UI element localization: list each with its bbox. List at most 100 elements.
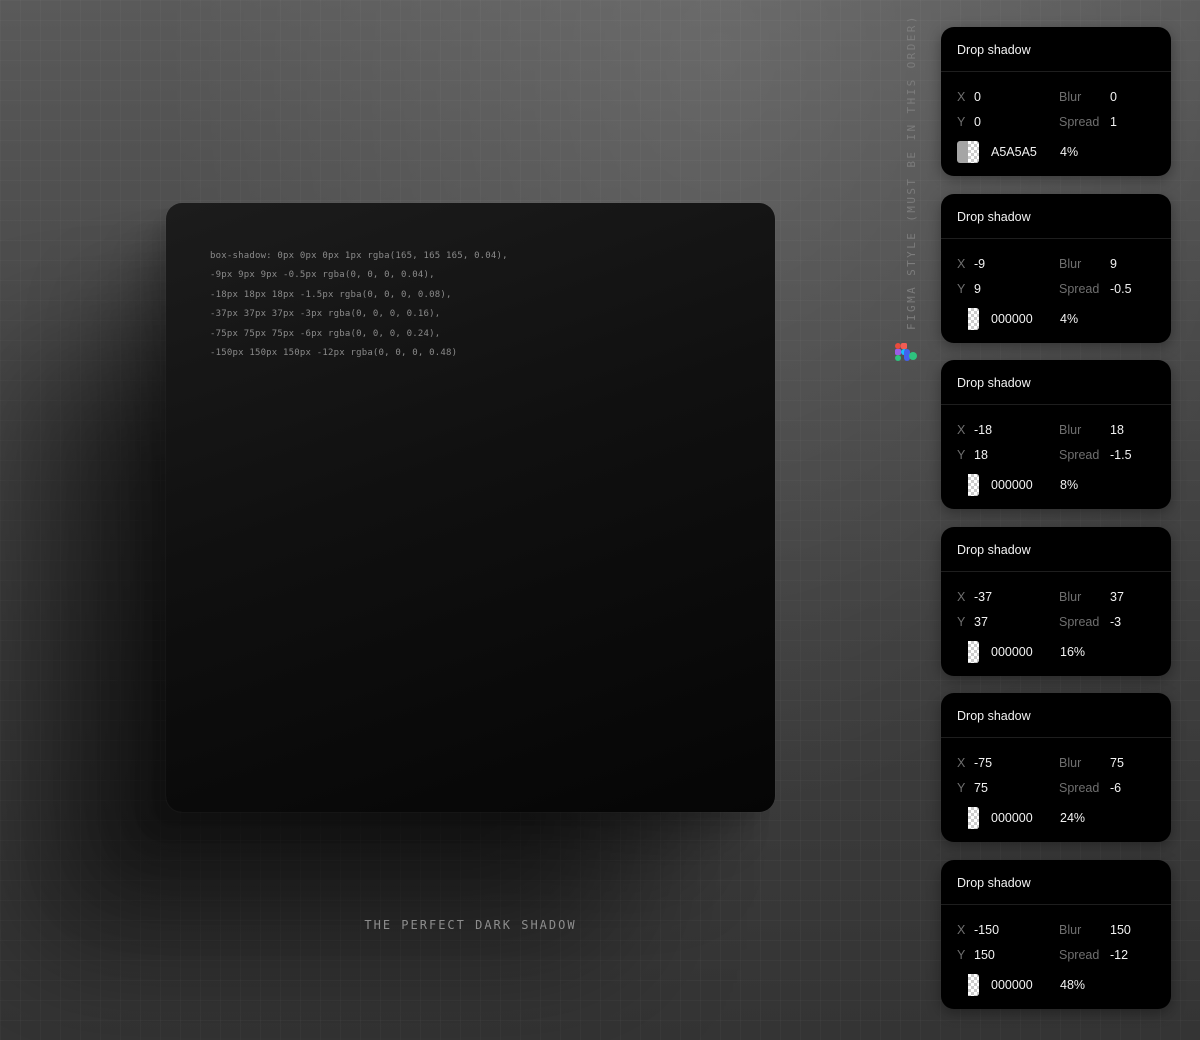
figma-style-label: FIGMA STYLE (MUST BE IN THIS ORDER) <box>905 14 918 330</box>
y-value[interactable]: 18 <box>974 447 988 463</box>
x-value[interactable]: 0 <box>974 89 981 105</box>
x-field[interactable]: X -150 <box>957 922 999 938</box>
panel-title: Drop shadow <box>941 360 1171 405</box>
x-field[interactable]: X -9 <box>957 256 985 272</box>
spread-value[interactable]: -3 <box>1110 614 1121 630</box>
spread-label: Spread <box>1059 115 1100 129</box>
y-value[interactable]: 75 <box>974 780 988 796</box>
color-hex[interactable]: 000000 <box>991 474 1033 496</box>
y-spread-row: Y 150 Spread -12 <box>957 947 1161 963</box>
spread-value[interactable]: -6 <box>1110 780 1121 796</box>
x-value[interactable]: -18 <box>974 422 992 438</box>
x-blur-row: X -37 Blur 37 <box>957 589 1161 605</box>
opacity-value[interactable]: 48% <box>1060 974 1085 996</box>
color-swatch[interactable] <box>957 807 979 829</box>
x-field[interactable]: X -37 <box>957 589 992 605</box>
color-hex[interactable]: 000000 <box>991 974 1033 996</box>
y-field[interactable]: Y 75 <box>957 780 988 796</box>
blur-label: Blur <box>1059 90 1082 104</box>
x-field[interactable]: X -75 <box>957 755 992 771</box>
x-value[interactable]: -75 <box>974 755 992 771</box>
panel-title: Drop shadow <box>941 693 1171 738</box>
blur-value[interactable]: 37 <box>1110 589 1124 605</box>
spread-value[interactable]: 1 <box>1110 114 1117 130</box>
color-hex[interactable]: 000000 <box>991 807 1033 829</box>
blur-field[interactable]: Blur 18 <box>1059 422 1124 438</box>
spread-label: Spread <box>1059 781 1100 795</box>
swatch-solid <box>957 973 968 996</box>
spread-value[interactable]: -12 <box>1110 947 1128 963</box>
spread-field[interactable]: Spread -3 <box>1059 614 1121 630</box>
color-hex[interactable]: 000000 <box>991 308 1033 330</box>
spread-field[interactable]: Spread -12 <box>1059 947 1128 963</box>
color-swatch[interactable] <box>957 141 979 163</box>
x-value[interactable]: -9 <box>974 256 985 272</box>
color-row: 000000 48% <box>957 973 1161 996</box>
opacity-value[interactable]: 4% <box>1060 308 1078 330</box>
y-field[interactable]: Y 150 <box>957 947 995 963</box>
y-spread-row: Y 75 Spread -6 <box>957 780 1161 796</box>
spread-field[interactable]: Spread -6 <box>1059 780 1121 796</box>
spread-field[interactable]: Spread -1.5 <box>1059 447 1132 463</box>
spread-label: Spread <box>1059 281 1100 296</box>
blur-value[interactable]: 75 <box>1110 755 1124 771</box>
y-value[interactable]: 150 <box>974 947 995 963</box>
blur-field[interactable]: Blur 9 <box>1059 256 1117 272</box>
spread-field[interactable]: Spread 1 <box>1059 114 1117 130</box>
code-line: -75px 75px 75px -6px rgba(0, 0, 0, 0.24)… <box>210 328 441 339</box>
box-shadow-code: box-shadow: 0px 0px 0px 1px rgba(165, 16… <box>210 247 508 363</box>
code-line: -9px 9px 9px -0.5px rgba(0, 0, 0, 0.04), <box>210 270 435 281</box>
spread-field[interactable]: Spread -0.5 <box>1059 281 1132 297</box>
y-value[interactable]: 37 <box>974 614 988 630</box>
spread-value[interactable]: -0.5 <box>1110 281 1132 297</box>
spread-value[interactable]: -1.5 <box>1110 447 1132 463</box>
swatch-checker <box>968 640 979 663</box>
y-label: Y <box>957 281 966 296</box>
blur-field[interactable]: Blur 75 <box>1059 755 1124 771</box>
blur-value[interactable]: 9 <box>1110 256 1117 272</box>
opacity-value[interactable]: 16% <box>1060 641 1085 663</box>
color-hex[interactable]: A5A5A5 <box>991 141 1037 163</box>
blur-value[interactable]: 150 <box>1110 922 1131 938</box>
swatch-checker <box>968 973 979 996</box>
x-blur-row: X0 Blur 0 <box>957 89 1161 105</box>
blur-value[interactable]: 0 <box>1110 89 1117 105</box>
x-value[interactable]: -150 <box>974 922 999 938</box>
y-field[interactable]: Y 18 <box>957 447 988 463</box>
blur-label: Blur <box>1059 589 1082 604</box>
color-row: 000000 8% <box>957 474 1161 496</box>
x-value[interactable]: -37 <box>974 589 992 605</box>
y-field[interactable]: Y 37 <box>957 614 988 630</box>
blur-label: Blur <box>1059 256 1082 271</box>
y-field[interactable]: Y0 <box>957 114 981 130</box>
color-swatch[interactable] <box>957 307 979 330</box>
y-value[interactable]: 9 <box>974 281 981 297</box>
panel-title: Drop shadow <box>941 860 1171 905</box>
opacity-value[interactable]: 24% <box>1060 807 1085 829</box>
y-value[interactable]: 0 <box>974 114 981 130</box>
caption: THE PERFECT DARK SHADOW <box>364 918 577 932</box>
x-field[interactable]: X -18 <box>957 422 992 438</box>
opacity-value[interactable]: 8% <box>1060 474 1078 496</box>
color-swatch[interactable] <box>957 474 979 496</box>
panel-title: Drop shadow <box>941 527 1171 572</box>
color-swatch[interactable] <box>957 640 979 663</box>
x-field[interactable]: X0 <box>957 89 981 105</box>
opacity-value[interactable]: 4% <box>1060 141 1078 163</box>
blur-field[interactable]: Blur 37 <box>1059 589 1124 605</box>
y-field[interactable]: Y9 <box>957 281 981 297</box>
x-label: X <box>957 922 966 937</box>
code-line: -37px 37px 37px -3px rgba(0, 0, 0, 0.16)… <box>210 309 441 320</box>
code-line: box-shadow: 0px 0px 0px 1px rgba(165, 16… <box>210 251 508 261</box>
color-row: 000000 16% <box>957 640 1161 663</box>
color-hex[interactable]: 000000 <box>991 641 1033 663</box>
x-blur-row: X -75 Blur 75 <box>957 755 1161 771</box>
blur-field[interactable]: Blur 0 <box>1059 89 1117 105</box>
blur-field[interactable]: Blur 150 <box>1059 922 1131 938</box>
color-row: 000000 24% <box>957 807 1161 829</box>
panel-title: Drop shadow <box>941 194 1171 239</box>
swatch-checker <box>968 807 979 829</box>
color-swatch[interactable] <box>957 973 979 996</box>
swatch-checker <box>968 307 979 330</box>
blur-value[interactable]: 18 <box>1110 422 1124 438</box>
